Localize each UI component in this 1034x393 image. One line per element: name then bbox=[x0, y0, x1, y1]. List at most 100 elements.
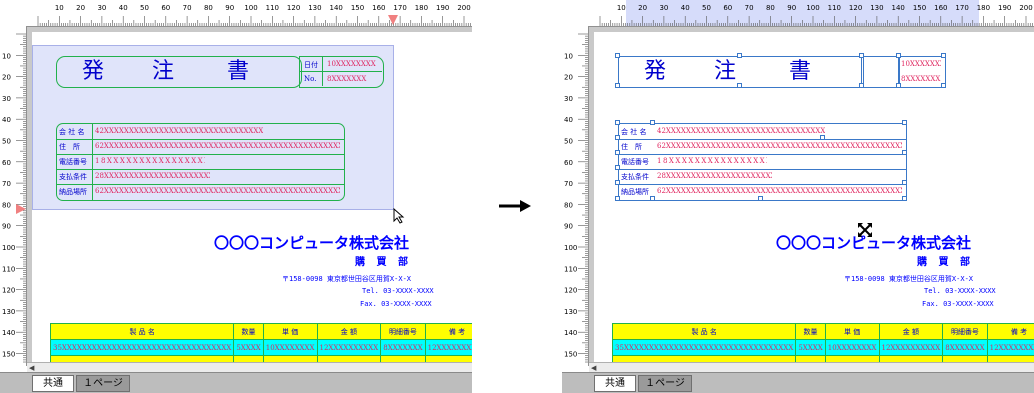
title-char: 発 bbox=[82, 59, 105, 84]
order-items-table[interactable]: 製 品 名 数量 単 価 金 額 明細番号 備 考 35XXXXXXXXXXXX… bbox=[611, 323, 1034, 363]
horizontal-ruler[interactable]: 10 20 30 40 50 60 70 80 90 100 110 120 130 140 150 160 1… bbox=[26, 0, 472, 27]
resize-handle[interactable] bbox=[859, 53, 864, 58]
resize-handle[interactable] bbox=[902, 196, 907, 201]
ruler-label: 20 bbox=[638, 4, 647, 12]
ruler-label: 50 bbox=[702, 4, 711, 12]
horizontal-ruler-ticks: 10 20 30 40 50 60 70 80 90 100 110 120 130 140 150 160 1… bbox=[37, 4, 471, 26]
address: 〒158-0098 東京都世田谷区用賀X-X-X bbox=[844, 275, 974, 283]
table-cell: 12XXXXXXXXXX bbox=[316, 339, 382, 356]
table-header: 備 考 bbox=[424, 323, 472, 340]
vertical-ruler[interactable]: 10 20 30 40 50 60 70 80 90 100 110 120 130 140 150 bbox=[562, 26, 589, 366]
resize-handle[interactable] bbox=[820, 135, 825, 140]
selected-supplier-grid[interactable]: 会 社 名 42XXXXXXXXXXXXXXXXXXXXXXXXXXXXXXXX… bbox=[618, 123, 907, 201]
table-row: 35XXXXXXXXXXXXXXXXXXXXXXXXXXXXXXXXXX 5XX… bbox=[611, 339, 1034, 356]
designer-pane-before: 10 20 30 40 50 60 70 80 90 100 110 120 130 140 150 160 1… bbox=[0, 0, 472, 393]
order-items-table[interactable]: 製 品 名 数量 単 価 金 額 明細番号 備 考 35XXXXXXXXXXXX… bbox=[49, 323, 472, 363]
field-label: 会 社 名 bbox=[59, 128, 85, 136]
selected-label-frame[interactable] bbox=[861, 56, 899, 88]
resize-handle[interactable] bbox=[615, 120, 620, 125]
ruler-marker-icon[interactable] bbox=[16, 204, 26, 214]
table-cell: 8XXXXXXX bbox=[942, 339, 988, 356]
resize-handle[interactable] bbox=[902, 180, 907, 185]
field-value: 28XXXXXXXXXXXXXXXXXXXXXXXXXXXX bbox=[95, 172, 210, 180]
resize-handle[interactable] bbox=[615, 196, 620, 201]
title-char: 書 bbox=[227, 59, 250, 84]
ruler-label: 150 bbox=[913, 4, 926, 12]
date-label: 日付 bbox=[304, 61, 318, 69]
grid-row: 納品場所 62XXXXXXXXXXXXXXXXXXXXXXXXXXXXXXXXX… bbox=[57, 184, 344, 199]
field-value: 42XXXXXXXXXXXXXXXXXXXXXXXXXXXXXXXXXXXXXX… bbox=[95, 127, 263, 135]
tab-page-1[interactable]: １ページ bbox=[638, 375, 692, 392]
tel: Tel. 03-XXXX-XXXX bbox=[924, 287, 996, 295]
design-canvas[interactable]: 発 注 書 日付 10XXXXXXXX No. 8XXXXXXX 会 社 名 4… bbox=[27, 27, 472, 363]
ruler-label: 90 bbox=[564, 223, 573, 231]
arrow-right-icon bbox=[499, 200, 531, 212]
tel: Tel. 03-XXXX-XXXX bbox=[362, 287, 434, 295]
table-cell: 35XXXXXXXXXXXXXXXXXXXXXXXXXXXXXXXXXX bbox=[611, 339, 797, 356]
resize-handle[interactable] bbox=[758, 196, 763, 201]
resize-handle[interactable] bbox=[615, 165, 620, 170]
title-char: 書 bbox=[789, 59, 812, 84]
ruler-label: 30 bbox=[2, 95, 11, 103]
title-char: 注 bbox=[152, 59, 175, 84]
ruler-label: 180 bbox=[415, 4, 428, 12]
grid-row: 電話番号 18XXXXXXXXXXXXXXXXX bbox=[57, 154, 344, 170]
title-char: 注 bbox=[714, 59, 737, 84]
resize-handle[interactable] bbox=[941, 83, 946, 88]
ruler-label: 50 bbox=[564, 138, 573, 146]
grid-row: 電話番号 18XXXXXXXXXXXXXXXXX bbox=[619, 154, 906, 170]
ruler-label: 150 bbox=[351, 4, 364, 12]
ruler-label: 40 bbox=[2, 116, 11, 124]
tab-common[interactable]: 共通 bbox=[594, 375, 636, 392]
ruler-label: 110 bbox=[266, 4, 279, 12]
tab-common[interactable]: 共通 bbox=[32, 375, 74, 392]
resize-handle[interactable] bbox=[902, 120, 907, 125]
resize-handle[interactable] bbox=[896, 83, 901, 88]
design-canvas[interactable]: 発 注 書 10XXXXXXXX 8XXXXXXX 会 社 名 42XXXXXX… bbox=[589, 27, 1034, 363]
resize-handle[interactable] bbox=[859, 83, 864, 88]
grid-row: 住 所 62XXXXXXXXXXXXXXXXXXXXXXXXXXXXXXXXXX… bbox=[619, 139, 906, 155]
scroll-left-arrow-icon[interactable]: ◀ bbox=[591, 364, 596, 372]
paper-sheet[interactable]: 発 注 書 10XXXXXXXX 8XXXXXXX 会 社 名 42XXXXXX… bbox=[594, 32, 1034, 363]
resize-handle[interactable] bbox=[615, 180, 620, 185]
resize-handle[interactable] bbox=[737, 53, 742, 58]
ruler-label: 110 bbox=[564, 265, 577, 273]
resize-handle[interactable] bbox=[650, 196, 655, 201]
ruler-label: 150 bbox=[2, 351, 15, 359]
ruler-corner bbox=[562, 0, 589, 27]
scroll-left-arrow-icon[interactable]: ◀ bbox=[29, 364, 34, 372]
tab-page-1[interactable]: １ページ bbox=[76, 375, 130, 392]
resize-handle[interactable] bbox=[650, 120, 655, 125]
resize-handle[interactable] bbox=[737, 83, 742, 88]
ruler-label: 20 bbox=[2, 74, 11, 82]
ruler-label: 30 bbox=[97, 4, 106, 12]
vertical-ruler[interactable]: 10 20 30 40 50 60 70 80 90 100 110 120 130 140 150 bbox=[0, 26, 27, 366]
ruler-marker-icon[interactable] bbox=[388, 15, 398, 25]
title-char: 発 bbox=[644, 59, 667, 84]
field-value: 62XXXXXXXXXXXXXXXXXXXXXXXXXXXXXXXXXXXXXX… bbox=[657, 142, 902, 150]
date-value: 10XXXXXXXX bbox=[327, 60, 376, 68]
field-label: 住 所 bbox=[621, 143, 642, 151]
horizontal-ruler[interactable]: 10 20 30 40 50 60 70 80 90 100 110 120 130 140 150 160 1… bbox=[588, 0, 1034, 27]
resize-handle[interactable] bbox=[896, 53, 901, 58]
resize-handle[interactable] bbox=[615, 150, 620, 155]
ruler-label: 10 bbox=[2, 52, 11, 60]
resize-handle[interactable] bbox=[902, 150, 907, 155]
table-header: 製 品 名 bbox=[49, 323, 235, 340]
field-value: 18XXXXXXXXXXXXXXXXX bbox=[657, 157, 767, 165]
paper-sheet[interactable]: 発 注 書 日付 10XXXXXXXX No. 8XXXXXXX 会 社 名 4… bbox=[32, 32, 472, 363]
grid-row: 支払条件 28XXXXXXXXXXXXXXXXXXXXXXXXXXXX bbox=[619, 169, 906, 185]
ruler-label: 80 bbox=[564, 201, 573, 209]
resize-handle[interactable] bbox=[615, 83, 620, 88]
resize-handle[interactable] bbox=[941, 53, 946, 58]
supplier-info-grid[interactable]: 会 社 名 42XXXXXXXXXXXXXXXXXXXXXXXXXXXXXXXX… bbox=[56, 123, 345, 201]
resize-handle[interactable] bbox=[615, 135, 620, 140]
table-header: 単 価 bbox=[824, 323, 880, 340]
resize-handle[interactable] bbox=[615, 53, 620, 58]
ruler-label: 180 bbox=[977, 4, 990, 12]
ruler-label: 100 bbox=[244, 4, 257, 12]
vertical-ruler-ticks: 10 20 30 40 50 60 70 80 90 100 110 120 130 140 150 bbox=[564, 33, 588, 363]
department: 購 買 部 bbox=[355, 257, 412, 268]
ruler-label: 70 bbox=[745, 4, 754, 12]
ruler-label: 120 bbox=[287, 4, 300, 12]
